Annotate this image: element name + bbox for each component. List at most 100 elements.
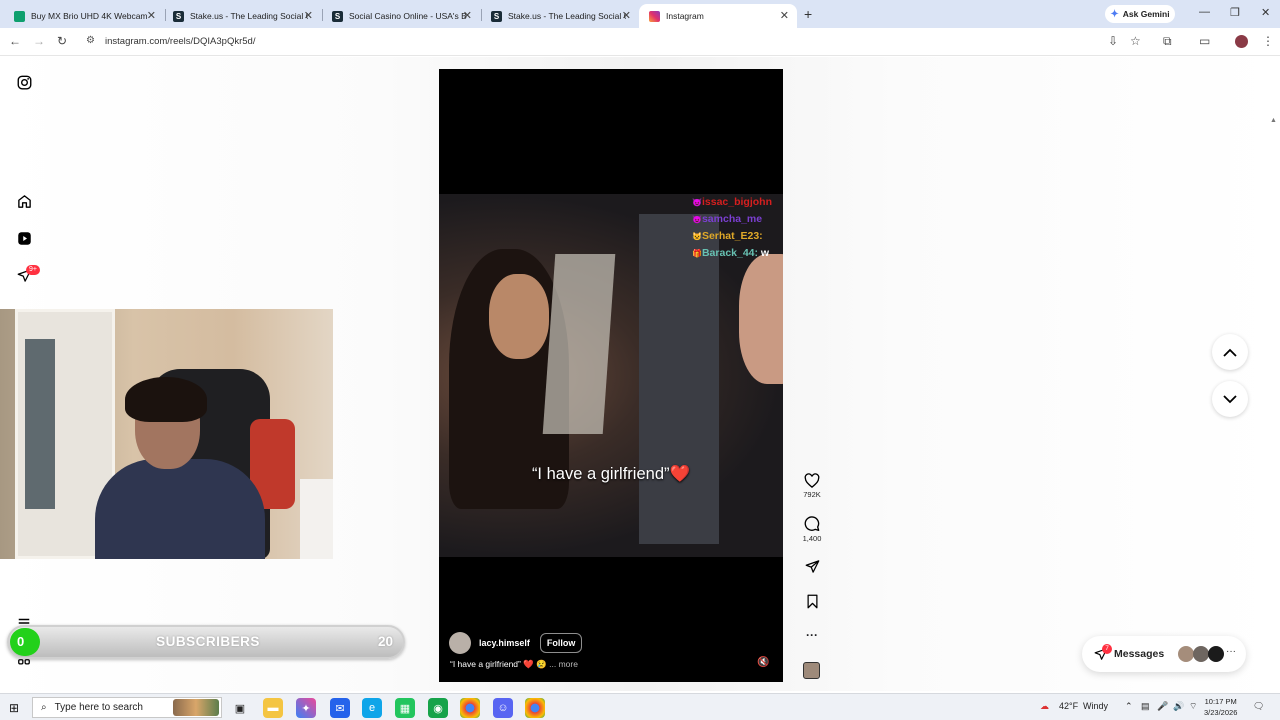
search-highlight-image xyxy=(173,699,219,716)
file-explorer-icon[interactable]: ▬ xyxy=(263,698,283,718)
notification-badge: 9+ xyxy=(26,265,40,275)
more-contacts-icon: ··· xyxy=(1226,646,1236,657)
back-icon[interactable]: ← xyxy=(9,34,21,48)
tab-search-icon[interactable]: ▭ xyxy=(1199,34,1210,48)
share-icon xyxy=(805,560,819,573)
store-icon[interactable]: ▦ xyxy=(395,698,415,718)
copilot-icon[interactable]: ✦ xyxy=(296,698,316,718)
install-app-icon[interactable]: ⇩ xyxy=(1108,34,1118,48)
close-tab-icon[interactable]: ✕ xyxy=(622,9,631,22)
chevron-up-icon xyxy=(1223,348,1237,357)
site-info-icon[interactable]: ⚙ xyxy=(86,35,95,46)
taskbar-clock[interactable]: 10:17 PM 3/23/2026 xyxy=(1204,696,1237,718)
home-icon[interactable] xyxy=(16,193,32,209)
discord-icon[interactable]: ☺ xyxy=(493,698,513,718)
tab-stake-2[interactable]: S Stake.us - The Leading Social C ✕ xyxy=(481,4,639,28)
like-count: 792K xyxy=(803,490,821,499)
tab-title: Social Casino Online - USA's Be xyxy=(349,11,467,21)
messages-button[interactable]: 7 Messages ··· xyxy=(1082,636,1246,672)
weather-description[interactable]: Windy xyxy=(1083,701,1108,711)
messages-label: Messages xyxy=(1114,648,1165,660)
author-avatar[interactable] xyxy=(449,632,471,654)
reel-author-row: lacy.himself Follow xyxy=(449,632,583,654)
chrome-icon[interactable] xyxy=(525,698,545,718)
forward-icon[interactable]: → xyxy=(33,34,45,48)
microphone-icon[interactable]: 🎤 xyxy=(1157,701,1168,712)
tray-app-icon[interactable]: ▤ xyxy=(1141,701,1150,712)
weather-temperature[interactable]: 42°F xyxy=(1059,701,1078,711)
tab-webcam[interactable]: Buy MX Brio UHD 4K Webcam ✕ xyxy=(4,4,164,28)
reels-icon[interactable] xyxy=(16,230,32,246)
like-button[interactable]: 792K xyxy=(800,473,824,499)
chat-line: 😺Serhat_E23: xyxy=(692,230,781,242)
ask-gemini-label: Ask Gemini xyxy=(1122,9,1170,19)
address-bar[interactable]: ⚙ instagram.com/reels/DQIA3pQkr5d/ xyxy=(80,31,1100,53)
weather-icon[interactable]: ☁ xyxy=(1040,701,1049,712)
chat-line: 🎁Barack_44: w xyxy=(692,247,781,259)
subscribers-label: SUBSCRIBERS xyxy=(156,634,260,649)
extensions-icon[interactable]: ⧉ xyxy=(1163,34,1172,49)
next-reel-button[interactable] xyxy=(1212,381,1248,417)
instagram-icon[interactable] xyxy=(16,74,32,90)
subscriber-goal: 20 xyxy=(377,634,393,649)
previous-reel-button[interactable] xyxy=(1212,334,1248,370)
browser-menu-icon[interactable]: ⋮ xyxy=(1262,34,1274,48)
taskbar-search[interactable]: ⌕ Type here to search xyxy=(32,697,222,718)
chat-line: 😈issac_bigjohn xyxy=(692,196,781,208)
windows-start-icon[interactable]: ⊞ xyxy=(9,701,19,715)
audio-thumbnail[interactable] xyxy=(803,662,820,679)
close-window-icon[interactable]: ✕ xyxy=(1261,6,1270,19)
close-tab-icon[interactable]: ✕ xyxy=(780,9,789,22)
reload-icon[interactable]: ↻ xyxy=(57,34,67,48)
new-tab-icon[interactable]: + xyxy=(804,6,812,22)
author-username[interactable]: lacy.himself xyxy=(479,638,530,648)
more-link[interactable]: ... more xyxy=(549,659,578,669)
bookmark-star-icon[interactable]: ☆ xyxy=(1130,34,1141,48)
tab-title: Stake.us - The Leading Social C xyxy=(190,11,308,21)
chat-badge-icon: 😺 xyxy=(692,232,702,241)
comment-button[interactable]: 1,400 xyxy=(800,516,824,543)
contact-avatar xyxy=(1193,646,1209,662)
chrome-icon[interactable] xyxy=(460,698,480,718)
stake-favicon-icon: S xyxy=(491,10,502,22)
minimize-icon[interactable]: — xyxy=(1199,6,1210,18)
video-face-left xyxy=(489,274,549,359)
webcam-door-glass xyxy=(25,339,55,509)
stake-favicon-icon: S xyxy=(173,10,184,22)
profile-avatar[interactable] xyxy=(1235,35,1248,48)
task-view-icon[interactable]: ▣ xyxy=(230,698,250,718)
close-tab-icon[interactable]: ✕ xyxy=(147,9,156,22)
edge-icon[interactable]: e xyxy=(362,698,382,718)
follow-button[interactable]: Follow xyxy=(539,633,583,653)
bookmark-icon xyxy=(807,594,817,609)
gemini-sparkle-icon: ✦ xyxy=(1110,8,1119,20)
chat-user: issac_bigjohn xyxy=(701,196,772,208)
volume-icon[interactable]: 🔊 xyxy=(1173,701,1184,712)
reel-video-player[interactable]: 😈issac_bigjohn 😈samcha_me 😺Serhat_E23: 🎁… xyxy=(439,69,783,682)
chat-message: w xyxy=(758,247,770,259)
notification-center-icon[interactable]: 🗨 xyxy=(1253,701,1264,712)
mail-icon[interactable]: ✉ xyxy=(330,698,350,718)
save-button[interactable] xyxy=(800,594,824,609)
ask-gemini-button[interactable]: ✦ Ask Gemini xyxy=(1105,5,1175,23)
tab-social-casino[interactable]: S Social Casino Online - USA's Be ✕ xyxy=(322,4,480,28)
clock-date: 3/23/2026 xyxy=(1204,708,1238,717)
tray-expand-icon[interactable]: ⌃ xyxy=(1125,701,1133,712)
video-wall-panel xyxy=(639,214,719,544)
network-icon[interactable]: ⌔ xyxy=(1189,701,1197,712)
more-apps-icon[interactable] xyxy=(16,657,32,673)
webcam-overlay xyxy=(0,309,333,559)
more-options-icon[interactable]: ··· xyxy=(800,628,824,642)
mute-icon[interactable]: 🔇 xyxy=(757,657,769,668)
close-tab-icon[interactable]: ✕ xyxy=(463,9,472,22)
scroll-up-arrow-icon[interactable]: ▲ xyxy=(1270,117,1277,124)
tab-instagram[interactable]: Instagram ✕ xyxy=(639,4,797,28)
close-tab-icon[interactable]: ✕ xyxy=(304,9,313,22)
restore-icon[interactable]: ❐ xyxy=(1230,6,1240,19)
tab-stake-1[interactable]: S Stake.us - The Leading Social C ✕ xyxy=(163,4,321,28)
comment-count: 1,400 xyxy=(802,534,822,543)
browser-toolbar: ← → ↻ ⚙ instagram.com/reels/DQIA3pQkr5d/… xyxy=(0,28,1280,56)
xbox-icon[interactable]: ◉ xyxy=(428,698,448,718)
share-button[interactable] xyxy=(800,559,824,574)
messages-badge: 7 xyxy=(1102,644,1112,654)
